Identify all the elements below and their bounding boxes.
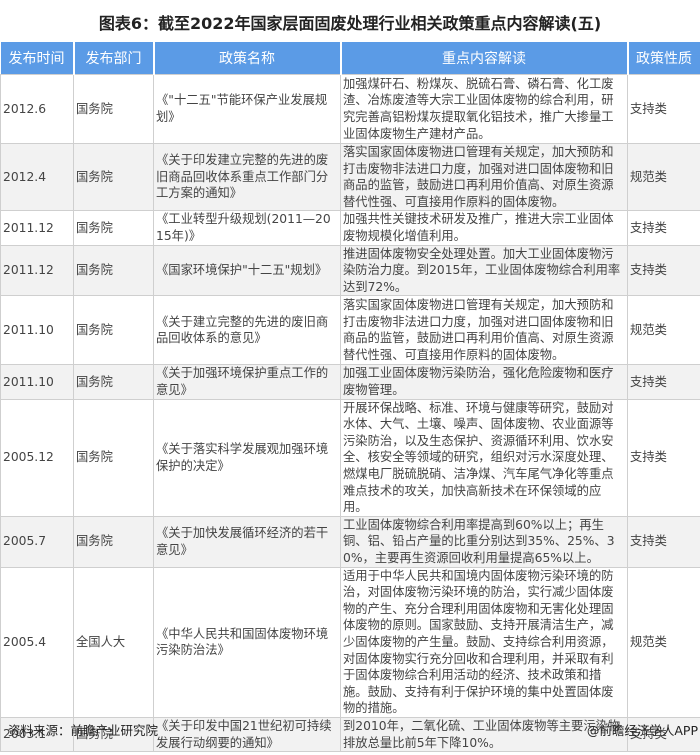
cell-content: 适用于中华人民共和国境内固体废物污染环境的防治，对固体废物污染环境的防治，实行减… (340, 566, 628, 719)
cell-type: 支持类 (627, 210, 700, 246)
cell-dept: 国务院 (73, 142, 154, 212)
header-date: 发布时间 (0, 42, 75, 75)
cell-name: 《关于建立完整的先进的废旧商品回收体系的意见》 (153, 295, 341, 366)
cell-date: 2011.10 (0, 295, 74, 366)
cell-date: 2011.12 (0, 244, 74, 297)
cell-content: 开展环保战略、标准、环境与健康等研究，鼓励对水体、大气、土壤、噪声、固体废物、农… (340, 398, 628, 517)
header-content: 重点内容解读 (340, 42, 629, 75)
cell-date: 2011.12 (0, 210, 74, 246)
cell-name: 《关于加强环境保护重点工作的意见》 (153, 364, 341, 400)
cell-date: 2005.7 (0, 515, 74, 568)
cell-dept: 国务院 (73, 364, 154, 400)
table-row: 2005.4 全国人大 《中华人民共和国固体废物环境污染防治法》 适用于中华人民共和国… (0, 566, 700, 719)
table-row: 2012.4 国务院 《关于印发建立完整的先进的废旧商品回收体系重点工作部门分工方案… (0, 142, 700, 212)
cell-name: 《工业转型升级规划(2011—2015年)》 (153, 210, 341, 246)
source-note: 资料来源：前瞻产业研究院 (8, 723, 159, 738)
cell-dept: 国务院 (73, 210, 154, 246)
cell-name: 《关于落实科学发展观加强环境保护的决定》 (153, 398, 341, 517)
page: 图表6：截至2022年国家层面固废处理行业相关政策重点内容解读(五) 发布时间 … (0, 0, 700, 755)
cell-name: 《关于加快发展循环经济的若干意见》 (153, 515, 341, 568)
cell-dept: 国务院 (73, 398, 154, 517)
brand-credit: @前瞻经济学人APP (586, 723, 698, 738)
cell-content: 加强共性关键技术研发及推广，推进大宗工业固体废物规模化增值利用。 (340, 210, 628, 246)
cell-date: 2005.12 (0, 398, 74, 517)
table-row: 2012.6 国务院 《"十二五"节能环保产业发展规划》 加强煤矸石、粉煤灰、脱硫石膏… (0, 74, 700, 144)
cell-name: 《中华人民共和国固体废物环境污染防治法》 (153, 566, 341, 719)
cell-date: 2005.4 (0, 566, 74, 719)
cell-type: 支持类 (627, 364, 700, 400)
table-row: 2005.12 国务院 《关于落实科学发展观加强环境保护的决定》 开展环保战略、标准、… (0, 398, 700, 517)
cell-type: 支持类 (627, 515, 700, 568)
page-title: 图表6：截至2022年国家层面固废处理行业相关政策重点内容解读(五) (98, 14, 602, 33)
cell-type: 支持类 (627, 74, 700, 144)
cell-date: 2012.6 (0, 74, 74, 144)
table-row: 2011.10 国务院 《关于加强环境保护重点工作的意见》 加强工业固体废物污染防治，… (0, 364, 700, 400)
footer: 资料来源：前瞻产业研究院 @前瞻经济学人APP (8, 720, 698, 739)
policy-table: 发布时间 发布部门 政策名称 重点内容解读 政策性质 2012.6 国务院 《"十二… (0, 42, 700, 753)
table-row: 2011.12 国务院 《国家环境保护"十二五"规划》 推进固体废物安全处理处置。加大… (0, 244, 700, 297)
cell-dept: 国务院 (73, 74, 154, 144)
cell-type: 规范类 (627, 295, 700, 366)
cell-date: 2011.10 (0, 364, 74, 400)
cell-dept: 国务院 (73, 244, 154, 297)
cell-dept: 国务院 (73, 295, 154, 366)
cell-content: 加强煤矸石、粉煤灰、脱硫石膏、磷石膏、化工废渣、冶炼废渣等大宗工业固体废物的综合… (340, 74, 628, 144)
cell-type: 支持类 (627, 244, 700, 297)
cell-dept: 全国人大 (73, 566, 154, 719)
cell-content: 加强工业固体废物污染防治，强化危险废物和医疗废物管理。 (340, 364, 628, 400)
cell-type: 规范类 (627, 566, 700, 719)
cell-type: 规范类 (627, 142, 700, 212)
cell-dept: 国务院 (73, 515, 154, 568)
cell-name: 《"十二五"节能环保产业发展规划》 (153, 74, 341, 144)
table-row: 2011.10 国务院 《关于建立完整的先进的废旧商品回收体系的意见》 落实国家固体废… (0, 295, 700, 366)
table-row: 2005.7 国务院 《关于加快发展循环经济的若干意见》 工业固体废物综合利用率提高到… (0, 515, 700, 568)
cell-name: 《国家环境保护"十二五"规划》 (153, 244, 341, 297)
cell-content: 落实国家固体废物进口管理有关规定，加大预防和打击废物非法进口力度，加强对进口固体… (340, 295, 628, 366)
header-name: 政策名称 (153, 42, 342, 75)
header-type: 政策性质 (627, 42, 700, 75)
cell-content: 工业固体废物综合利用率提高到60%以上；再生铜、铝、铅占产量的比重分别达到35%… (340, 515, 628, 568)
cell-date: 2012.4 (0, 142, 74, 212)
header-dept: 发布部门 (73, 42, 155, 75)
table-header: 发布时间 发布部门 政策名称 重点内容解读 政策性质 (0, 42, 700, 75)
table-row: 2011.12 国务院 《工业转型升级规划(2011—2015年)》 加强共性关键技术… (0, 210, 700, 246)
cell-content: 落实国家固体废物进口管理有关规定，加大预防和打击废物非法进口力度，加强对进口固体… (340, 142, 628, 212)
cell-name: 《关于印发建立完整的先进的废旧商品回收体系重点工作部门分工方案的通知》 (153, 142, 341, 212)
cell-content: 推进固体废物安全处理处置。加大工业固体废物污染防治力度。到2015年，工业固体废… (340, 244, 628, 297)
cell-type: 支持类 (627, 398, 700, 517)
